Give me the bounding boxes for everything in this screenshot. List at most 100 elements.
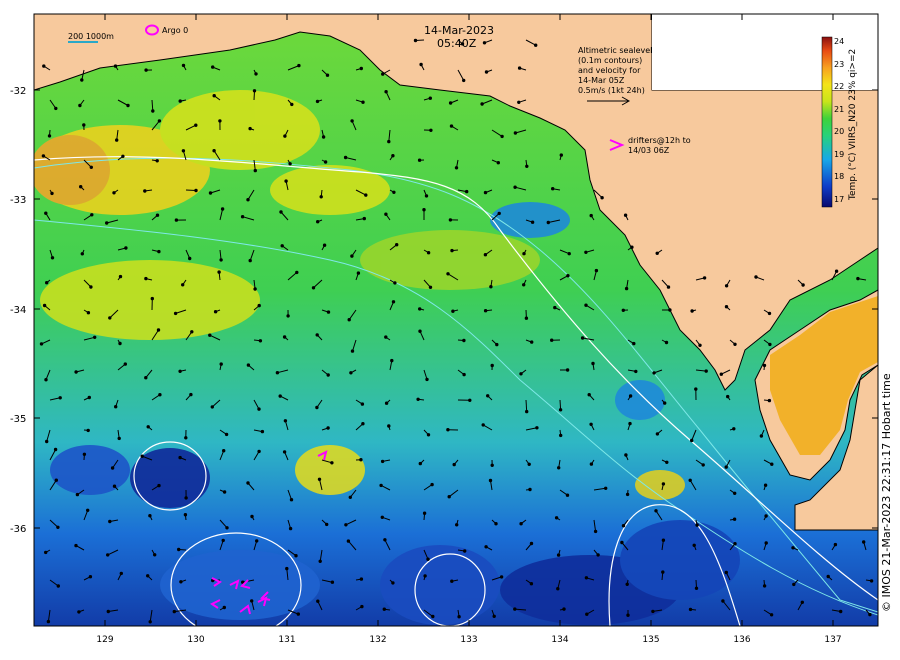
velocity-vector-head [74,543,78,548]
velocity-vector-head [157,249,161,254]
velocity-vector-head [208,333,212,337]
velocity-vector-head [665,460,669,464]
velocity-vector-head [44,550,48,555]
velocity-vector-head [296,612,300,616]
velocity-vector-head [535,426,539,430]
velocity-vector-head [587,393,591,397]
velocity-vector-head [462,78,466,83]
velocity-vector-head [146,425,150,429]
velocity-vector-head [448,218,453,222]
velocity-vector-head [558,408,563,412]
velocity-vector-head [157,483,161,488]
velocity-vector-head [517,100,521,105]
velocity-vector-head [144,376,148,380]
velocity-vector-head [584,303,588,307]
velocity-vector-head [118,274,123,279]
velocity-vector-head [724,570,728,575]
velocity-vector-head [724,465,728,469]
velocity-vector-head [178,369,182,373]
velocity-vector-head [446,272,450,276]
velocity-vector-head [326,426,330,430]
velocity-vector-head [557,466,561,470]
velocity-vector-head [497,211,501,216]
velocity-vector-head [528,487,532,492]
velocity-vector-head [318,559,322,563]
velocity-vector-head [44,211,48,215]
velocity-vector-head [584,250,588,255]
velocity-vector-head [621,308,625,312]
velocity-vector-head [525,164,529,169]
velocity-vector-head [121,154,125,159]
velocity-vector-head [183,513,188,517]
velocity-vector-head [257,407,261,411]
velocity-vector-head [580,336,585,340]
velocity-vector-head [317,477,322,481]
velocity-vector-head [465,189,469,194]
velocity-vector-head [451,309,455,313]
colorbar-tick: 17 [834,195,844,204]
velocity-vector-head [319,195,323,199]
lat-tick-label: -34 [10,305,26,316]
velocity-vector-head [513,185,517,189]
velocity-vector-head [257,303,261,308]
argo-label: Argo 0 [162,26,188,35]
velocity-vector-head [326,373,330,377]
lon-tick-label: 132 [369,635,386,645]
map-date: 14-Mar-2023 [424,24,494,37]
velocity-vector-head [53,447,58,452]
velocity-vector-head [86,508,90,512]
velocity-vector-head [119,571,124,576]
velocity-vector-head [321,135,326,139]
velocity-vector-head [551,187,555,191]
velocity-vector-head [556,587,560,591]
velocity-vector-head [155,159,159,163]
velocity-vector-head [762,363,767,368]
map-time: 05:40Z [437,37,477,50]
velocity-vector-head [688,478,692,482]
velocity-vector-head [562,607,566,611]
velocity-vector-head [80,252,85,256]
velocity-vector-head [450,579,454,583]
velocity-vector-head [88,575,93,579]
velocity-vector-head [768,342,772,347]
velocity-vector-head [123,362,128,366]
velocity-vector-head [279,210,283,214]
velocity-vector-head [584,576,589,580]
velocity-vector-head [430,482,434,487]
velocity-vector-head [690,309,694,313]
svg-text:drifters@12h to: drifters@12h to [628,136,691,145]
velocity-vector-head [346,539,351,543]
velocity-vector-head [181,283,185,287]
velocity-vector-head [769,613,774,617]
velocity-vector-head [190,330,194,334]
velocity-vector-head [246,481,250,485]
velocity-vector-head [625,492,630,497]
velocity-vector-head [496,161,500,165]
velocity-vector-head [462,338,466,343]
velocity-vector-head [425,377,429,382]
velocity-vector-head [393,281,397,285]
velocity-vector-head [146,574,150,578]
velocity-vector-head [380,515,384,519]
velocity-vector-head [556,553,561,557]
velocity-vector-head [688,607,693,612]
velocity-vector-head [86,428,90,433]
velocity-vector-head [513,607,517,611]
velocity-vector-head [384,335,388,339]
velocity-vector-head [178,455,182,460]
velocity-vector-head [724,305,729,309]
velocity-vector-head [89,285,93,289]
velocity-vector-head [349,371,353,375]
velocity-vector-head [530,340,534,344]
velocity-vector-head [252,89,257,93]
velocity-vector-head [172,609,177,614]
velocity-vector-head [174,218,179,222]
velocity-vector-head [694,586,699,590]
lat-tick-label: -32 [10,86,26,97]
velocity-vector-head [764,514,768,518]
colorbar-tick: 19 [834,150,844,159]
velocity-vector-head [481,423,485,427]
velocity-vector-head [210,405,215,409]
velocity-vector-head [289,498,294,502]
velocity-vector-head [194,123,198,127]
